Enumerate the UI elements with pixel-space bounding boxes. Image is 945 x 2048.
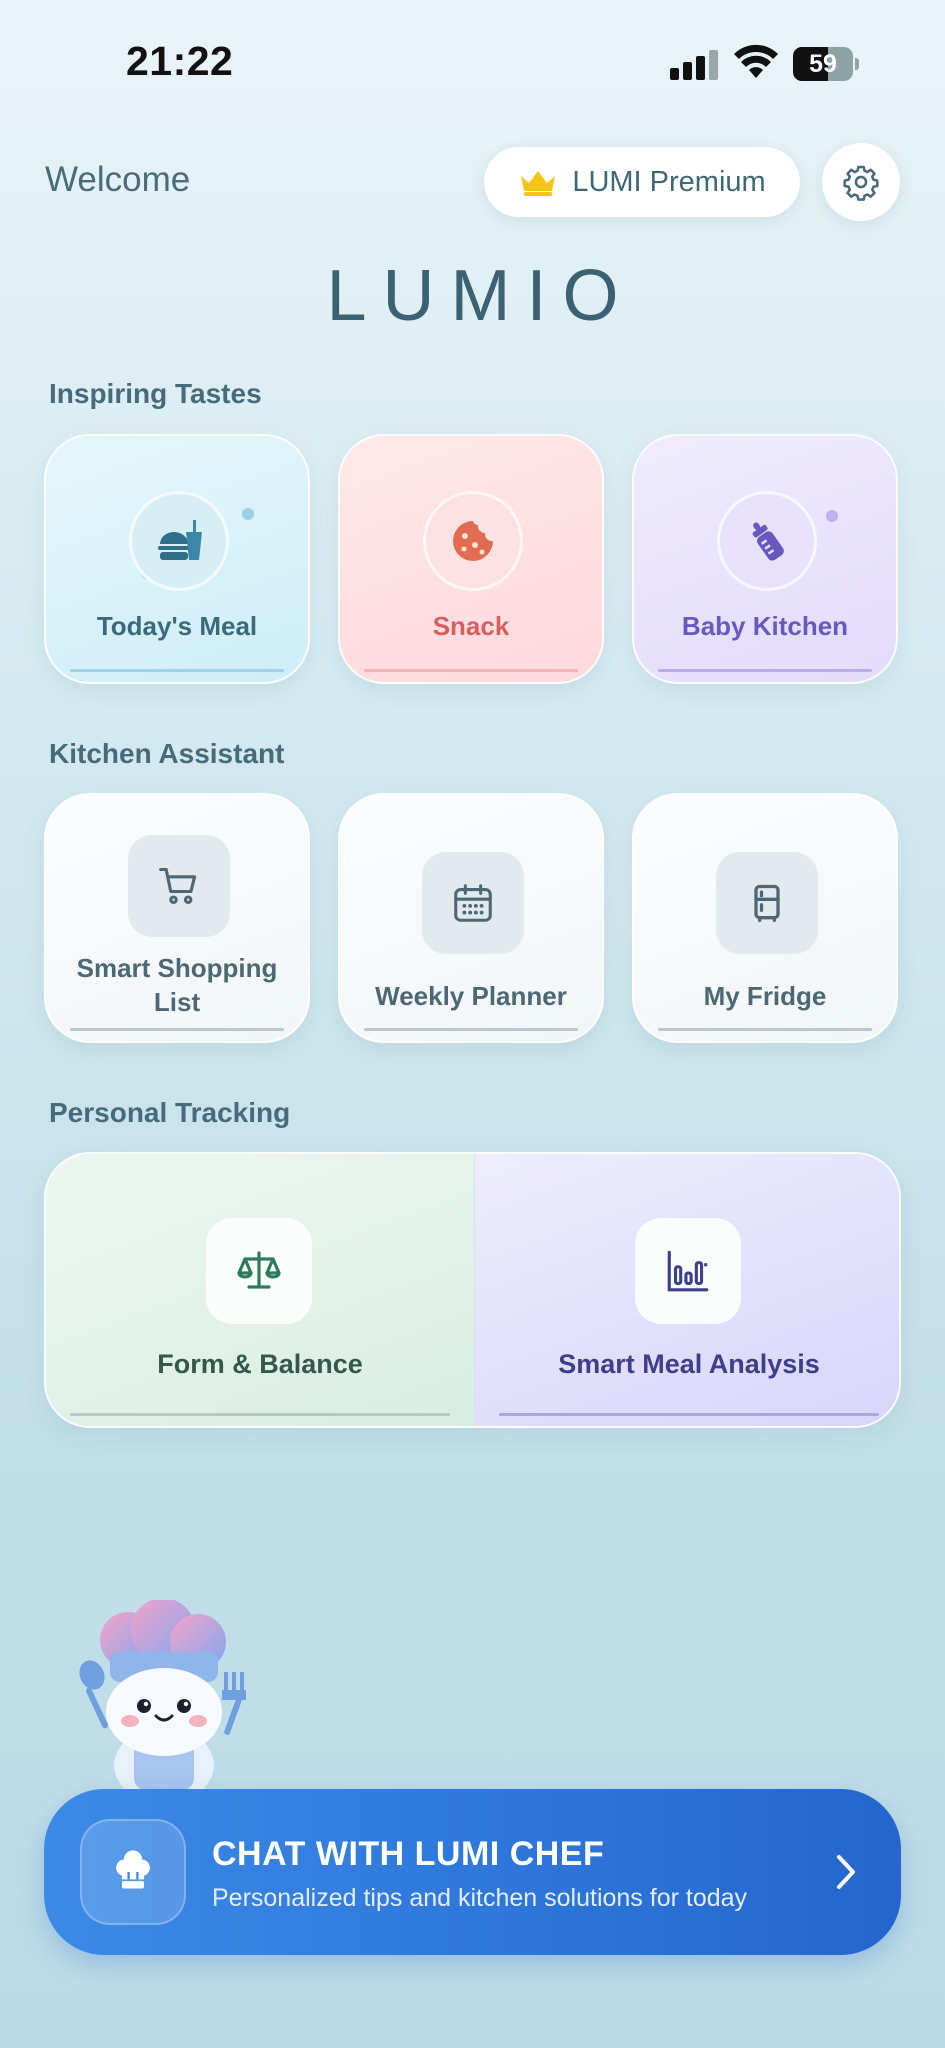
card-smart-meal-analysis[interactable]: Smart Meal Analysis [475, 1154, 899, 1426]
card-snack[interactable]: Snack [338, 434, 604, 684]
calendar-icon [454, 884, 492, 922]
baby-bottle-icon [752, 522, 784, 561]
card-underline [364, 669, 578, 672]
fridge-icon-box [716, 852, 818, 954]
chat-title: CHAT WITH LUMI CHEF [212, 1835, 605, 1873]
scale-icon [237, 1251, 281, 1289]
card-form-balance[interactable]: Form & Balance [46, 1154, 474, 1426]
baby-bottle-icon-circle [717, 491, 817, 591]
chef-mascot-illustration [79, 1600, 246, 1812]
crown-icon [521, 171, 556, 196]
chef-hat-icon [116, 1850, 150, 1889]
card-weekly-planner[interactable]: Weekly Planner [338, 793, 604, 1043]
chat-subtitle: Personalized tips and kitchen solutions … [212, 1884, 748, 1912]
card-underline [658, 1028, 872, 1031]
card-label: Today's Meal [96, 611, 258, 641]
app-logo: LUMIO [326, 256, 635, 336]
premium-label: LUMI Premium [572, 165, 766, 198]
welcome-text: Welcome [45, 160, 191, 199]
cart-icon [159, 867, 197, 905]
chat-with-lumi-chef-button[interactable]: CHAT WITH LUMI CHEF Personalized tips an… [44, 1789, 901, 1955]
card-label: Weekly Planner [375, 981, 567, 1011]
card-label: Smart Meal Analysis [558, 1349, 820, 1379]
card-underline [499, 1413, 879, 1416]
card-todays-meal[interactable]: Today's Meal [44, 434, 310, 684]
meal-icon [158, 520, 202, 560]
card-my-fridge[interactable]: My Fridge [632, 793, 898, 1043]
tracking-panel: Form & Balance Smart Meal Analysis [44, 1152, 901, 1428]
cookie-icon [453, 521, 493, 561]
scale-icon-box [206, 1218, 312, 1324]
card-underline [658, 669, 872, 672]
calendar-icon-box [422, 852, 524, 954]
cellular-signal-icon [670, 50, 720, 80]
card-label: My Fridge [703, 981, 827, 1011]
card-label: Smart Shopping List [76, 953, 278, 1017]
wifi-icon [734, 44, 778, 78]
cookie-icon-circle [423, 491, 523, 591]
card-label: Form & Balance [157, 1349, 363, 1379]
cart-icon-box [128, 835, 230, 937]
card-underline [70, 669, 284, 672]
card-underline [70, 1413, 450, 1416]
battery-icon: 59 [793, 47, 859, 81]
bar-chart-icon [667, 1250, 709, 1292]
chef-hat-icon-box [80, 1819, 186, 1925]
card-underline [70, 1028, 284, 1031]
card-label: Baby Kitchen [681, 611, 849, 641]
battery-percent: 59 [809, 50, 837, 78]
section-title-tracking: Personal Tracking [49, 1097, 291, 1128]
card-label: Snack [432, 611, 510, 641]
card-smart-shopping-list[interactable]: Smart Shopping List [44, 793, 310, 1043]
chevron-right-icon [837, 1855, 855, 1889]
section-title-assistant: Kitchen Assistant [49, 738, 285, 769]
premium-button[interactable]: LUMI Premium [484, 147, 800, 217]
bar-chart-icon-box [635, 1218, 741, 1324]
section-title-inspiring: Inspiring Tastes [49, 378, 262, 409]
card-baby-kitchen[interactable]: Baby Kitchen [632, 434, 898, 684]
status-time: 21:22 [126, 38, 234, 84]
fridge-icon [754, 884, 780, 923]
gear-icon [843, 165, 879, 201]
status-bar: 21:22 59 [0, 0, 945, 120]
meal-icon-circle [129, 491, 229, 591]
card-underline [364, 1028, 578, 1031]
settings-button[interactable] [822, 143, 900, 221]
